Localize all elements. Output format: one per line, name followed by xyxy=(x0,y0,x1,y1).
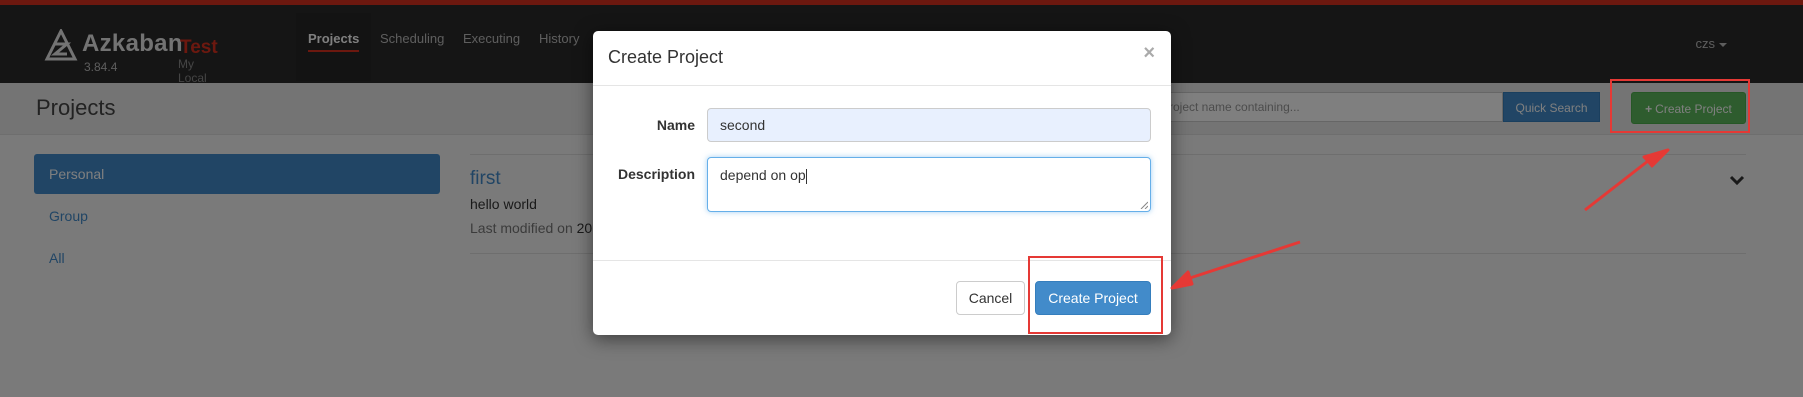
close-icon[interactable]: × xyxy=(1143,42,1155,65)
highlight-box-submit xyxy=(1028,256,1163,334)
description-text: depend on op xyxy=(720,167,806,183)
project-name-field[interactable]: second xyxy=(707,108,1151,142)
cancel-button[interactable]: Cancel xyxy=(956,281,1025,315)
text-cursor xyxy=(805,168,807,184)
description-label: Description xyxy=(617,166,695,182)
name-label: Name xyxy=(656,117,695,133)
highlight-box-create-project xyxy=(1610,79,1750,133)
modal-header: Create Project × xyxy=(593,31,1171,86)
modal-title: Create Project xyxy=(608,47,724,67)
resize-handle-icon[interactable] xyxy=(1140,201,1148,209)
project-description-field[interactable]: depend on op xyxy=(707,157,1151,212)
